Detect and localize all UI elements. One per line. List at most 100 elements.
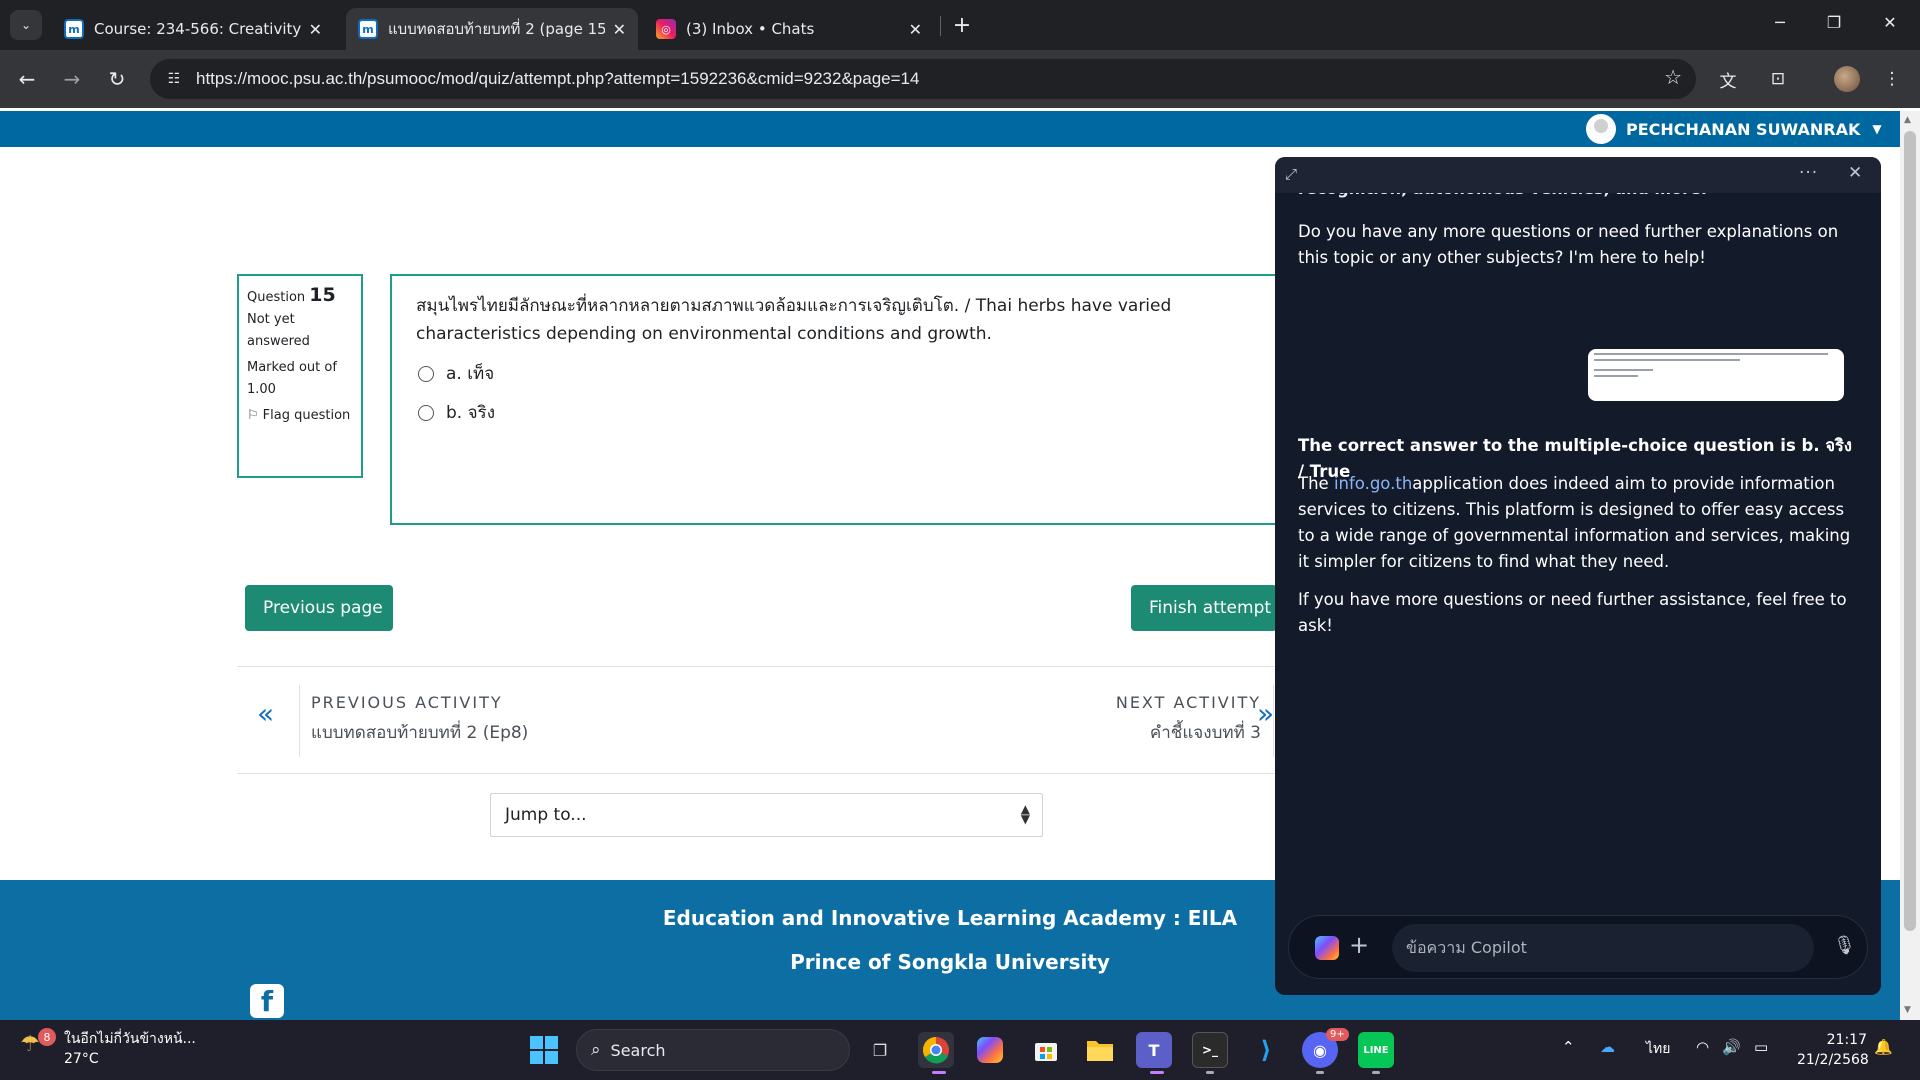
- site-settings-icon[interactable]: ☷: [162, 68, 186, 90]
- previous-activity-heading[interactable]: PREVIOUS ACTIVITY: [311, 693, 503, 712]
- tab-label: แบบทดสอบท้ายบทที่ 2 (page 15 of: [388, 20, 605, 38]
- wifi-icon[interactable]: ◠: [1696, 1038, 1709, 1056]
- windows-start-icon[interactable]: [526, 1032, 562, 1068]
- input-language[interactable]: ไทย: [1646, 1038, 1670, 1060]
- active-indicator: [932, 1071, 946, 1074]
- answer-label[interactable]: b. จริง: [446, 399, 495, 426]
- question-mark: Marked out of 1.00: [247, 360, 337, 397]
- forward-icon[interactable]: →: [55, 62, 89, 96]
- microsoft-store-icon[interactable]: [1028, 1032, 1064, 1068]
- clock-date: 21/2/2568: [1797, 1052, 1869, 1068]
- screenshot-icon[interactable]: ⊡: [1762, 63, 1794, 95]
- running-indicator: [1316, 1071, 1324, 1074]
- previous-activity-link[interactable]: แบบทดสอบท้ายบทที่ 2 (Ep8): [311, 719, 528, 746]
- double-chevron-right-icon[interactable]: »: [1257, 697, 1274, 730]
- finish-attempt-button[interactable]: Finish attempt ...: [1131, 585, 1277, 631]
- back-icon[interactable]: ←: [10, 62, 44, 96]
- scroll-up-icon[interactable]: ▲: [1904, 115, 1911, 125]
- previous-page-button[interactable]: Previous page: [245, 585, 393, 631]
- facebook-icon[interactable]: f: [250, 984, 284, 1018]
- close-window-icon[interactable]: ✕: [1862, 0, 1918, 44]
- minimize-icon[interactable]: ─: [1752, 0, 1808, 44]
- tab-search-dropdown[interactable]: ⌄: [10, 10, 42, 40]
- chrome-icon[interactable]: [918, 1032, 954, 1068]
- answer-option-a[interactable]: a. เท็จ: [416, 360, 1264, 387]
- radio-button[interactable]: [418, 404, 434, 421]
- copilot-message-input[interactable]: ข้อความ Copilot: [1392, 924, 1814, 972]
- user-avatar: [1586, 114, 1616, 144]
- address-bar[interactable]: ☷ https://mooc.psu.ac.th/psumooc/mod/qui…: [150, 59, 1696, 99]
- system-clock[interactable]: 21:17 21/2/2568: [1797, 1030, 1869, 1070]
- tab-course[interactable]: m Course: 234-566: Creativity in A ✕: [52, 8, 334, 50]
- activity-navigation: « PREVIOUS ACTIVITY แบบทดสอบท้ายบทที่ 2 …: [237, 666, 1297, 774]
- url-text[interactable]: https://mooc.psu.ac.th/psumooc/mod/quiz/…: [196, 69, 919, 89]
- info-go-th-link[interactable]: info.go.th: [1334, 474, 1412, 493]
- next-activity-heading[interactable]: NEXT ACTIVITY: [1075, 693, 1261, 712]
- close-icon[interactable]: ✕: [909, 20, 922, 39]
- expand-icon[interactable]: ⤢: [1285, 165, 1297, 183]
- site-header: PECHCHANAN SUWANRAK ▼: [0, 111, 1900, 147]
- volume-icon[interactable]: 🔊: [1722, 1038, 1741, 1056]
- close-icon[interactable]: ✕: [1848, 163, 1862, 183]
- flag-label: Flag question: [262, 408, 351, 423]
- teams-icon[interactable]: T: [1136, 1032, 1172, 1068]
- user-name: PECHCHANAN SUWANRAK: [1626, 119, 1861, 139]
- copilot-message: Do you have any more questions or need f…: [1298, 222, 1839, 267]
- notifications-icon[interactable]: 🔔: [1874, 1038, 1893, 1056]
- bookmark-star-icon[interactable]: ☆: [1664, 65, 1682, 89]
- new-tab-button[interactable]: +: [948, 10, 976, 40]
- file-explorer-icon[interactable]: [1082, 1032, 1118, 1068]
- answer-label[interactable]: a. เท็จ: [446, 360, 494, 387]
- scroll-down-icon[interactable]: ▼: [1904, 1005, 1911, 1015]
- answer-option-b[interactable]: b. จริง: [416, 399, 1264, 426]
- tab-quiz[interactable]: m แบบทดสอบท้ายบทที่ 2 (page 15 of ✕: [346, 8, 638, 50]
- question-number-row: Question 15: [247, 284, 353, 309]
- taskbar-search[interactable]: ⌕ Search: [576, 1029, 850, 1071]
- close-icon[interactable]: ✕: [613, 20, 626, 39]
- weather-widget[interactable]: ☂ 8 ในอีกไม่กี่วันข้างหน้... 27°C: [20, 1028, 196, 1069]
- active-indicator: [1150, 1071, 1164, 1074]
- jump-to-select[interactable]: Jump to... ▲ ▼: [490, 793, 1043, 837]
- add-icon[interactable]: +: [1349, 931, 1369, 959]
- copilot-composer: + ข้อความ Copilot 🎙: [1288, 915, 1868, 979]
- scroll-thumb[interactable]: [1904, 131, 1916, 931]
- umbrella-icon: ☂ 8: [20, 1028, 56, 1066]
- onedrive-icon[interactable]: ☁: [1600, 1038, 1615, 1056]
- weather-temperature: 27°C: [64, 1051, 99, 1067]
- browser-tab-bar: ⌄ m Course: 234-566: Creativity in A ✕ m…: [0, 0, 1920, 50]
- battery-icon[interactable]: ▭: [1754, 1038, 1768, 1056]
- radio-button[interactable]: [418, 365, 434, 382]
- next-activity-link[interactable]: คำชี้แจงบทที่ 3: [1075, 719, 1261, 746]
- weather-forecast: ในอีกไม่กี่วันข้างหน้...: [64, 1031, 196, 1047]
- task-view-icon[interactable]: ❐: [862, 1032, 898, 1068]
- question-text: สมุนไพรไทยมีลักษณะที่หลากหลายตามสภาพแวดล…: [416, 296, 1172, 344]
- reload-icon[interactable]: ↻: [100, 62, 134, 96]
- more-options-icon[interactable]: ···: [1799, 163, 1818, 183]
- question-label: Question: [247, 290, 306, 305]
- close-icon[interactable]: ✕: [309, 20, 322, 39]
- moodle-icon: m: [64, 19, 84, 39]
- double-chevron-left-icon[interactable]: «: [257, 697, 274, 730]
- profile-avatar[interactable]: [1834, 66, 1860, 92]
- flag-icon: ⚐: [247, 408, 259, 423]
- chevron-up-icon[interactable]: ⌃: [1562, 1038, 1575, 1056]
- terminal-icon[interactable]: >_: [1192, 1032, 1228, 1068]
- caret-down-icon: ▼: [1872, 122, 1882, 136]
- user-screenshot-attachment[interactable]: [1588, 349, 1844, 401]
- tab-divider: [940, 16, 941, 36]
- vscode-icon[interactable]: ⟩: [1248, 1032, 1284, 1068]
- copilot-app-icon[interactable]: [972, 1032, 1008, 1068]
- copilot-panel: recognition, autonomous vehicles, and mo…: [1275, 157, 1881, 995]
- restore-icon[interactable]: ❐: [1806, 0, 1862, 44]
- translate-icon[interactable]: 文: [1712, 63, 1744, 95]
- copilot-explanation: The info.go.thapplication does indeed ai…: [1298, 474, 1851, 571]
- flag-question-link[interactable]: ⚐ Flag question: [247, 405, 353, 427]
- notification-badge: 8: [38, 1028, 56, 1046]
- microphone-icon[interactable]: 🎙: [1833, 935, 1856, 961]
- question-number: 15: [309, 284, 336, 306]
- line-icon[interactable]: LINE: [1358, 1032, 1394, 1068]
- user-menu[interactable]: PECHCHANAN SUWANRAK ▼: [1586, 114, 1882, 144]
- browser-menu-icon[interactable]: ⋮: [1876, 63, 1908, 95]
- page-scrollbar[interactable]: ▲ ▼: [1900, 111, 1920, 1020]
- tab-instagram[interactable]: ◎ (3) Inbox • Chats ✕: [644, 8, 934, 50]
